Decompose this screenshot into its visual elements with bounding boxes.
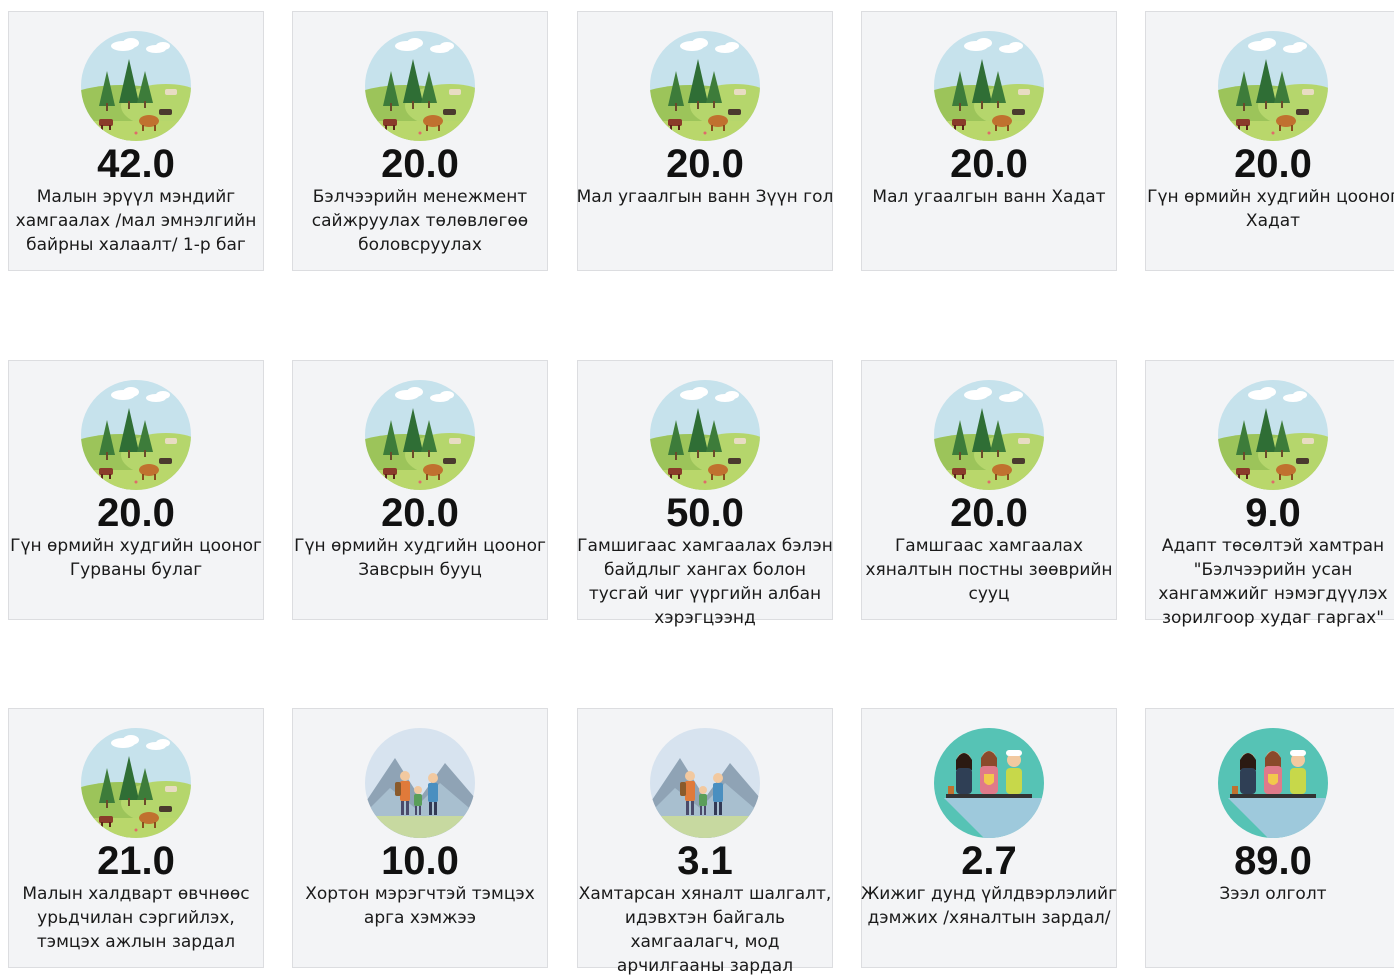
budget-card[interactable]: 20.0 Мал угаалгын ванн Зүүн гол (577, 11, 833, 271)
workers-icon (934, 728, 1044, 838)
budget-amount: 42.0 (97, 142, 175, 186)
pasture-icon (1218, 31, 1328, 141)
pasture-icon (81, 380, 191, 490)
budget-item-label: Гүн өрмийн худгийн цооног Гурваны булаг (10, 536, 262, 580)
budget-card[interactable]: 20.0 Гүн өрмийн худгийн цооног Завсрын бу… (292, 360, 548, 620)
budget-item-label: Гамшгаас хамгаалах хяналтын постны зөөвр… (865, 536, 1113, 604)
budget-card[interactable]: 50.0 Гамшигаас хамгаалах бэлэн байдлыг ха… (577, 360, 833, 628)
budget-item-label: Хамтарсан хяналт шалгалт, идэвхтэн байга… (578, 884, 832, 976)
budget-item-label: Малын эрүүл мэндийг хамгаалах /мал эмнэл… (15, 187, 257, 255)
budget-amount: 20.0 (381, 142, 459, 186)
budget-item-label: Малын халдварт өвчнөөс урьдчилан сэргийл… (22, 884, 250, 952)
budget-amount: 3.1 (677, 839, 733, 883)
budget-amount: 10.0 (381, 839, 459, 883)
budget-card[interactable]: 89.0 Зээл олголт (1145, 708, 1394, 968)
budget-card[interactable]: 3.1 Хамтарсан хяналт шалгалт, идэвхтэн ба… (577, 708, 833, 976)
budget-amount: 20.0 (97, 491, 175, 535)
budget-item-label: Мал угаалгын ванн Зүүн гол (576, 187, 834, 207)
pasture-icon (1218, 380, 1328, 490)
budget-card[interactable]: 9.0 Адапт төсөлтэй хамтран "Бэлчээрийн ус… (1145, 360, 1394, 628)
budget-amount: 20.0 (950, 491, 1028, 535)
budget-card[interactable]: 42.0 Малын эрүүл мэндийг хамгаалах /мал э… (8, 11, 264, 271)
budget-amount: 20.0 (666, 142, 744, 186)
budget-card[interactable]: 20.0 Гүн өрмийн худгийн цооног Гурваны бу… (8, 360, 264, 620)
budget-amount: 2.7 (961, 839, 1017, 883)
budget-item-label: Бэлчээрийн менежмент сайжруулах төлөвлөг… (311, 187, 529, 255)
budget-amount: 9.0 (1245, 491, 1301, 535)
budget-item-label: Гүн өрмийн худгийн цооног Завсрын бууц (294, 536, 546, 580)
pasture-icon (365, 380, 475, 490)
budget-amount: 89.0 (1234, 839, 1312, 883)
budget-item-label: Жижиг дунд үйлдвэрлэлийг дэмжих /хяналты… (860, 884, 1118, 928)
budget-amount: 20.0 (1234, 142, 1312, 186)
budget-item-label: Гүн өрмийн худгийн цооног Хадат (1147, 187, 1394, 231)
budget-card[interactable]: 20.0 Гамшгаас хамгаалах хяналтын постны з… (861, 360, 1117, 620)
budget-amount: 20.0 (381, 491, 459, 535)
budget-card[interactable]: 10.0 Хортон мэрэгчтэй тэмцэх арга хэмжээ (292, 708, 548, 968)
budget-item-label: Гамшигаас хамгаалах бэлэн байдлыг хангах… (577, 536, 833, 628)
hikers-icon (365, 728, 475, 838)
hikers-icon (650, 728, 760, 838)
pasture-icon (81, 728, 191, 838)
budget-item-label: Зээл олголт (1219, 884, 1327, 904)
budget-item-label: Мал угаалгын ванн Хадат (872, 187, 1106, 207)
pasture-icon (650, 380, 760, 490)
pasture-icon (934, 380, 1044, 490)
budget-card[interactable]: 20.0 Бэлчээрийн менежмент сайжруулах төлө… (292, 11, 548, 271)
pasture-icon (650, 31, 760, 141)
budget-card[interactable]: 21.0 Малын халдварт өвчнөөс урьдчилан сэр… (8, 708, 264, 968)
budget-card[interactable]: 20.0 Гүн өрмийн худгийн цооног Хадат (1145, 11, 1394, 271)
budget-item-label: Адапт төсөлтэй хамтран "Бэлчээрийн усан … (1158, 536, 1388, 628)
budget-amount: 21.0 (97, 839, 175, 883)
budget-amount: 20.0 (950, 142, 1028, 186)
budget-card[interactable]: 2.7 Жижиг дунд үйлдвэрлэлийг дэмжих /хяна… (861, 708, 1117, 968)
pasture-icon (365, 31, 475, 141)
budget-amount: 50.0 (666, 491, 744, 535)
budget-card[interactable]: 20.0 Мал угаалгын ванн Хадат (861, 11, 1117, 271)
budget-item-label: Хортон мэрэгчтэй тэмцэх арга хэмжээ (305, 884, 535, 928)
pasture-icon (934, 31, 1044, 141)
pasture-icon (81, 31, 191, 141)
workers-icon (1218, 728, 1328, 838)
